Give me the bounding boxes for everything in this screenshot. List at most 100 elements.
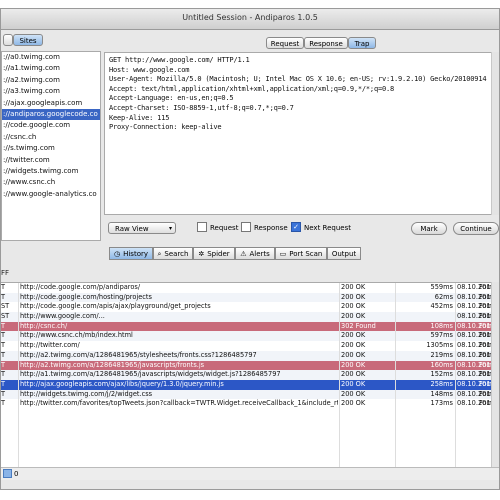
history-scrollbar[interactable] bbox=[491, 282, 499, 467]
history-method: T bbox=[1, 360, 6, 369]
history-method: T bbox=[1, 331, 6, 340]
history-row[interactable]: Thttp://twitter.com/favorites/topTweets.… bbox=[1, 399, 499, 409]
history-time: 559ms bbox=[430, 283, 453, 291]
checkbox-icon bbox=[197, 222, 207, 232]
filter-label: FF bbox=[1, 269, 10, 277]
site-item[interactable]: ://a2.twimg.com bbox=[2, 75, 100, 86]
tab-label: Alerts bbox=[249, 250, 270, 258]
history-row[interactable]: Thttp://ajax.googleapis.com/ajax/libs/jq… bbox=[1, 379, 499, 390]
history-status: 200 OK bbox=[341, 341, 366, 350]
history-time: 597ms bbox=[430, 331, 453, 340]
tab-request[interactable]: Request bbox=[266, 37, 304, 49]
site-item[interactable]: ://www.google-analytics.co bbox=[2, 189, 100, 200]
raw-request-line: Keep-Alive: 115 bbox=[109, 113, 170, 122]
history-url: http://twitter.com/favorites/topTweets.j… bbox=[20, 399, 338, 408]
history-row[interactable]: Thttp://twitter.com/200 OK 1305ms 08.10.20… bbox=[1, 341, 499, 351]
history-row[interactable]: Thttp://a1.twimg.com/a/1286481965/javasc… bbox=[1, 370, 499, 380]
app-window: Untitled Session - Andiparos 1.0.5 Sites… bbox=[0, 8, 500, 490]
site-item[interactable]: ://a3.twimg.com bbox=[2, 86, 100, 97]
raw-request-line: Accept-Language: en-us,en;q=0.5 bbox=[109, 94, 234, 103]
site-item[interactable]: ://www.csnc.ch bbox=[2, 177, 100, 188]
view-select-value: Raw View bbox=[115, 225, 149, 233]
tab-response[interactable]: Response bbox=[304, 37, 348, 49]
history-url: http://csnc.ch/ bbox=[20, 321, 68, 330]
history-status: 200 OK bbox=[341, 370, 366, 379]
history-method: ST bbox=[1, 302, 10, 311]
sites-toggle-left[interactable] bbox=[3, 34, 13, 46]
raw-scrollbar[interactable] bbox=[491, 52, 499, 215]
column-divider bbox=[339, 283, 340, 468]
sites-toolbar: Sites bbox=[1, 31, 101, 49]
tab-history[interactable]: ◷ History bbox=[109, 247, 153, 260]
history-method: T bbox=[1, 399, 6, 408]
tab-label: History bbox=[123, 250, 148, 258]
history-row[interactable]: Thttp://widgets.twimg.com/j/2/widget.css… bbox=[1, 389, 499, 400]
site-item[interactable]: ://csnc.ch bbox=[2, 132, 100, 143]
history-url: http://a2.twimg.com/a/1286481965/stylesh… bbox=[20, 350, 257, 359]
history-time: 148ms bbox=[430, 389, 453, 398]
history-row[interactable]: Thttp://code.google.com/p/andiparos/200 … bbox=[1, 283, 499, 293]
tab-output[interactable]: Output bbox=[327, 247, 361, 260]
history-time: 258ms bbox=[430, 379, 453, 388]
tab-label: Spider bbox=[207, 250, 230, 258]
history-status: 200 OK bbox=[341, 312, 366, 321]
site-item[interactable]: ://code.google.com bbox=[2, 120, 100, 131]
title-bar: Untitled Session - Andiparos 1.0.5 bbox=[1, 9, 499, 30]
history-time: 160ms bbox=[430, 360, 453, 369]
next-request-checkbox-label: Next Request bbox=[304, 224, 351, 232]
history-url: http://code.google.com/hosting/projects bbox=[20, 292, 152, 301]
history-row[interactable]: Thttp://code.google.com/hosting/projects… bbox=[1, 292, 499, 303]
history-method: T bbox=[1, 283, 6, 291]
sites-button[interactable]: Sites bbox=[13, 34, 43, 46]
history-method: ST bbox=[1, 312, 10, 321]
tab-spider[interactable]: ✲ Spider bbox=[193, 247, 235, 260]
view-select[interactable]: Raw View ▾ bbox=[108, 222, 176, 234]
site-item[interactable]: ://andiparos.googlecode.co bbox=[2, 108, 100, 121]
mark-button[interactable]: Mark bbox=[411, 222, 447, 235]
history-method: T bbox=[1, 341, 6, 350]
history-row[interactable]: Thttp://www.csnc.ch/mb/index.html 200 OK 5… bbox=[1, 331, 499, 342]
history-time: 62ms bbox=[434, 292, 453, 301]
sites-tree[interactable]: ://a0.twimg.com://a1.twimg.com://a2.twim… bbox=[1, 51, 101, 241]
history-url: http://a2.twimg.com/a/1286481965/javascr… bbox=[20, 360, 205, 369]
history-method: T bbox=[1, 370, 6, 379]
history-row[interactable]: Thttp://csnc.ch/302 Found 108ms 08.10.201.… bbox=[1, 321, 499, 332]
site-item[interactable]: ://a0.twimg.com bbox=[2, 52, 100, 63]
history-row[interactable]: Thttp://a2.twimg.com/a/1286481965/javasc… bbox=[1, 360, 499, 371]
request-checkbox-label: Request bbox=[210, 224, 239, 232]
site-item[interactable]: ://a1.twimg.com bbox=[2, 63, 100, 74]
next-request-checkbox[interactable]: ✓ Next Request bbox=[291, 222, 351, 233]
tab-port-scan[interactable]: ▭ Port Scan bbox=[275, 247, 327, 260]
request-checkbox[interactable]: Request bbox=[197, 222, 239, 233]
raw-request-line: User-Agent: Mozilla/5.0 (Macintosh; U; I… bbox=[109, 75, 496, 84]
raw-request-line: Accept: text/html,application/xhtml+xml,… bbox=[109, 84, 395, 93]
history-status: 200 OK bbox=[341, 350, 366, 359]
site-item[interactable]: ://widgets.twimg.com bbox=[2, 166, 100, 177]
history-method: T bbox=[1, 321, 6, 330]
history-row[interactable]: ST http://www.google.com/... 200 OK 08.10.2… bbox=[1, 312, 499, 322]
filter-icon[interactable] bbox=[3, 469, 12, 478]
tab-search[interactable]: ⌕ Search bbox=[153, 247, 193, 260]
history-time: 152ms bbox=[430, 370, 453, 379]
history-status: 200 OK bbox=[341, 283, 366, 291]
spider-icon: ✲ bbox=[198, 250, 205, 258]
site-item[interactable]: ://ajax.googleapis.com bbox=[2, 98, 100, 109]
history-time: 219ms bbox=[430, 350, 453, 359]
history-table[interactable]: Thttp://code.google.com/p/andiparos/200 … bbox=[1, 282, 499, 468]
response-checkbox[interactable]: Response bbox=[241, 222, 288, 233]
tab-trap[interactable]: Trap bbox=[348, 37, 376, 49]
history-row[interactable]: Thttp://a2.twimg.com/a/1286481965/styles… bbox=[1, 350, 499, 361]
tab-alerts[interactable]: ⚠ Alerts bbox=[235, 247, 275, 260]
tab-label: Search bbox=[164, 250, 189, 258]
status-bar: 0 bbox=[1, 467, 499, 480]
history-url: http://www.google.com/... bbox=[20, 312, 105, 321]
tab-label: Port Scan bbox=[289, 250, 323, 258]
history-method: T bbox=[1, 350, 6, 359]
continue-button[interactable]: Continue bbox=[453, 222, 499, 235]
site-item[interactable]: ://s.twimg.com bbox=[2, 143, 100, 154]
history-row[interactable]: ST http://code.google.com/apis/ajax/playg… bbox=[1, 302, 499, 312]
raw-request-editor[interactable]: GET http://www.google.com/ HTTP/1.1 Host:… bbox=[104, 52, 497, 215]
site-item[interactable]: ://twitter.com bbox=[2, 155, 100, 166]
magnifier-icon: ⌕ bbox=[157, 250, 162, 258]
warning-icon: ⚠ bbox=[240, 250, 247, 258]
